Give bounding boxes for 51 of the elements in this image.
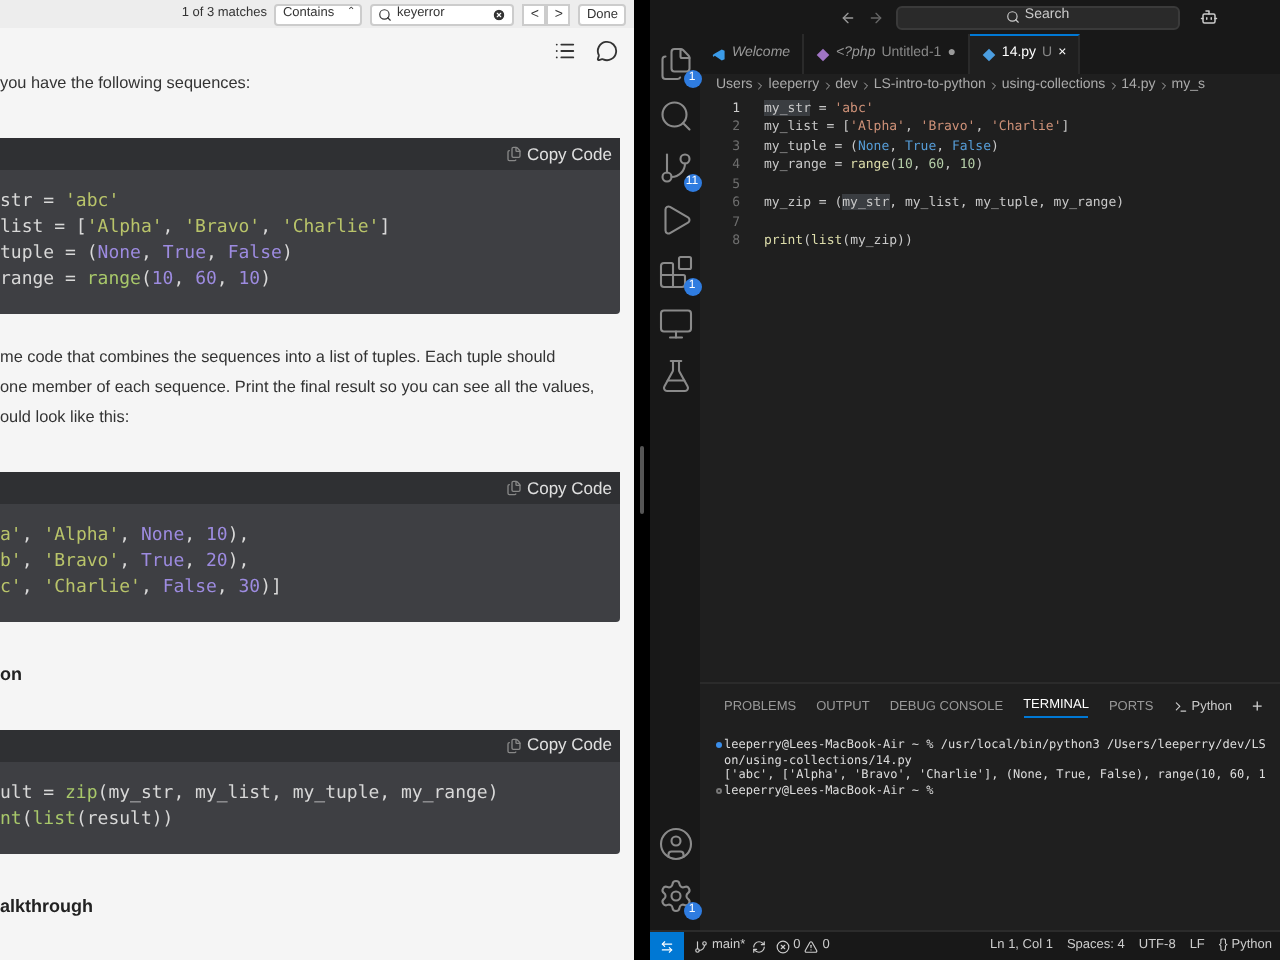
- forward-icon[interactable]: [868, 9, 884, 25]
- remote-icon: [660, 939, 674, 953]
- copy-icon: [506, 480, 523, 496]
- chevron-icon: [987, 80, 1000, 92]
- paragraph-text: you have the following sequences:: [0, 72, 251, 96]
- chevron-icon: [821, 80, 834, 92]
- files-icon[interactable]: [657, 46, 693, 82]
- code-line: str = 'abc': [0, 190, 122, 216]
- code-line: tuple = (None, True, False): [0, 242, 295, 268]
- search-icon: [1006, 10, 1021, 24]
- chevron-icon: [1157, 80, 1170, 92]
- search-icon: [378, 7, 393, 21]
- account-icon[interactable]: [657, 826, 693, 862]
- section-heading: alkthrough: [0, 893, 95, 920]
- file-type-icon: [816, 47, 831, 61]
- code-line: b', 'Bravo', True, 20),: [0, 550, 252, 576]
- search-icon[interactable]: [657, 98, 693, 134]
- error-icon: [775, 939, 790, 953]
- remote-button[interactable]: [650, 932, 684, 960]
- clear-icon[interactable]: [492, 7, 507, 21]
- flask-icon[interactable]: [657, 358, 693, 394]
- list-icon[interactable]: [554, 40, 576, 62]
- code-line: c', 'Charlie', False, 30)]: [0, 576, 284, 602]
- branch-icon: [694, 939, 708, 953]
- chevron-icon: [754, 80, 767, 92]
- code-line: a', 'Alpha', None, 10),: [0, 524, 252, 550]
- warning-icon: [804, 939, 819, 953]
- add-terminal-button[interactable]: +: [1251, 693, 1263, 721]
- copy-icon: [506, 737, 523, 753]
- copy-code-button[interactable]: Copy Code: [506, 475, 612, 501]
- code-line: ult = zip(my_str, my_list, my_tuple, my_range): [0, 781, 501, 807]
- paragraph-text: one member of each sequence. Print the final result so you can see all the values,: [0, 376, 595, 400]
- copy-code-button[interactable]: Copy Code: [506, 732, 612, 758]
- sync-icon[interactable]: [751, 939, 766, 953]
- code-line: range = range(10, 60, 10): [0, 268, 274, 294]
- paragraph-text: ould look like this:: [0, 406, 130, 430]
- python-file-icon: [981, 48, 996, 62]
- code-line: list = ['Alpha', 'Bravo', 'Charlie']: [0, 216, 393, 242]
- copy-icon: [506, 146, 523, 162]
- paragraph-text: me code that combines the sequences into a list of tuples. Each tuple should: [0, 346, 556, 370]
- copy-code-button[interactable]: Copy Code: [506, 141, 612, 167]
- remote-icon[interactable]: [657, 306, 693, 342]
- extensions-icon[interactable]: [657, 254, 693, 290]
- gear-icon[interactable]: [657, 878, 693, 914]
- terminal-icon: [1173, 700, 1188, 714]
- chevron-icon: [859, 80, 872, 92]
- comment-icon[interactable]: [596, 40, 618, 62]
- section-heading: on: [0, 662, 24, 688]
- code-line: nt(list(result)): [0, 807, 176, 833]
- chevron-icon: [1107, 80, 1120, 92]
- back-icon[interactable]: [840, 9, 856, 25]
